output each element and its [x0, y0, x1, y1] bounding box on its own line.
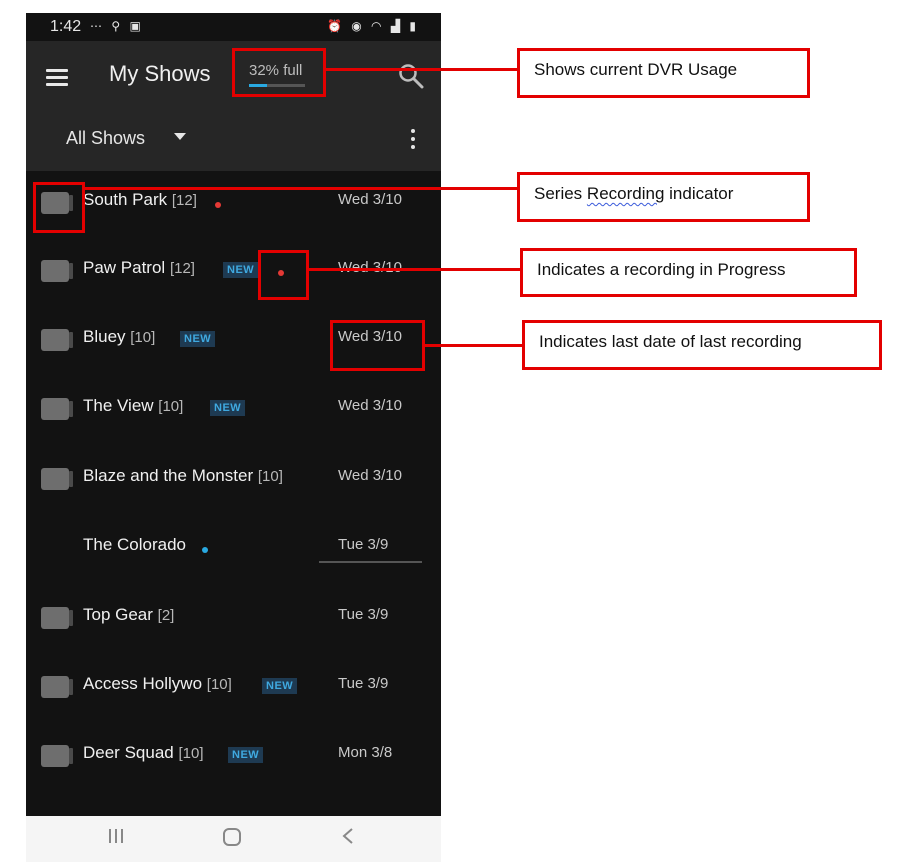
- show-name: Access Hollywo [10]: [83, 674, 232, 694]
- list-item[interactable]: South Park [12] Wed 3/10: [26, 176, 441, 236]
- show-name: South Park [12]: [83, 190, 197, 210]
- navigation-bar: [26, 816, 441, 862]
- series-indicator-connector: [85, 187, 518, 190]
- notification-icons: ⋯ ⚲ ▣: [90, 19, 144, 33]
- status-bar: 1:42 ⋯ ⚲ ▣ ⏰ ◉ ◠ ▟ ▮: [26, 13, 441, 41]
- new-badge: NEW: [228, 747, 264, 763]
- last-recording-date: Tue 3/9: [338, 606, 389, 623]
- list-item[interactable]: The Colorado Tue 3/9: [26, 521, 441, 581]
- in-progress-connector: [309, 268, 521, 271]
- series-callout-suffix: indicator: [664, 184, 734, 203]
- last-date-callout: Indicates last date of last recording: [522, 320, 882, 370]
- last-date-connector: [425, 344, 523, 347]
- recording-count: [12]: [171, 192, 197, 209]
- page-title: My Shows: [109, 61, 211, 86]
- dvr-usage-highlight: [232, 48, 326, 97]
- last-recording-date: Tue 3/9: [338, 675, 389, 692]
- recording-count: [10]: [206, 676, 232, 693]
- series-indicator-highlight: [33, 182, 85, 233]
- recording-count: [2]: [157, 607, 175, 624]
- date-divider: [319, 561, 422, 563]
- series-indicator-callout: Series Recording indicator: [517, 172, 810, 222]
- dvr-usage-callout: Shows current DVR Usage: [517, 48, 810, 98]
- show-title: The View: [83, 396, 154, 415]
- show-title: Top Gear: [83, 605, 153, 624]
- system-icons: ⏰ ◉ ◠ ▟ ▮: [326, 19, 419, 33]
- last-recording-date: Tue 3/9: [338, 536, 389, 553]
- series-callout-word: Recording: [586, 184, 665, 203]
- kebab-icon[interactable]: [410, 129, 416, 151]
- list-item[interactable]: Deer Squad [10] NEW Mon 3/8: [26, 729, 441, 789]
- recording-count: [10]: [158, 398, 184, 415]
- last-date-highlight: [330, 320, 425, 371]
- series-recording-icon: [41, 398, 73, 420]
- last-recording-date: Wed 3/10: [338, 397, 402, 414]
- home-icon[interactable]: [221, 826, 243, 848]
- new-badge: NEW: [210, 400, 246, 416]
- show-name: Deer Squad [10]: [83, 743, 204, 763]
- filter-dropdown[interactable]: All Shows: [66, 128, 145, 149]
- new-badge: NEW: [223, 262, 259, 278]
- series-recording-icon: [41, 607, 73, 629]
- show-title: Bluey: [83, 327, 126, 346]
- phone-screen: 1:42 ⋯ ⚲ ▣ ⏰ ◉ ◠ ▟ ▮ My Shows 32% full A…: [26, 13, 441, 862]
- chevron-down-icon[interactable]: [174, 133, 186, 140]
- list-item[interactable]: Access Hollywo [10] NEW Tue 3/9: [26, 660, 441, 720]
- recording-count: [10]: [178, 745, 204, 762]
- series-recording-icon: [41, 329, 73, 351]
- series-recording-icon: [41, 468, 73, 490]
- in-progress-callout: Indicates a recording in Progress: [520, 248, 857, 297]
- new-badge: NEW: [180, 331, 216, 347]
- recording-in-progress-dot: [215, 202, 221, 208]
- show-name: Paw Patrol [12]: [83, 258, 195, 278]
- menu-icon[interactable]: [46, 69, 68, 87]
- show-title: The Colorado: [83, 535, 187, 554]
- search-icon[interactable]: [398, 63, 424, 89]
- info-dot: [202, 547, 208, 553]
- new-badge: NEW: [262, 678, 298, 694]
- recording-count: [10]: [257, 468, 283, 485]
- show-title: South Park: [83, 190, 168, 209]
- series-recording-icon: [41, 260, 73, 282]
- list-item[interactable]: Top Gear [2] Tue 3/9: [26, 591, 441, 651]
- series-recording-icon: [41, 676, 73, 698]
- list-item[interactable]: Blaze and the Monster [10] Wed 3/10: [26, 452, 441, 512]
- show-name: Bluey [10]: [83, 327, 155, 347]
- back-icon[interactable]: [340, 826, 356, 846]
- show-title: Blaze and the Monster: [83, 466, 254, 485]
- last-recording-date: Wed 3/10: [338, 467, 402, 484]
- show-title: Paw Patrol: [83, 258, 166, 277]
- dvr-usage-connector: [326, 68, 518, 71]
- show-name: The View [10]: [83, 396, 183, 416]
- status-time: 1:42: [50, 18, 82, 35]
- series-recording-icon: [41, 745, 73, 767]
- show-title: Deer Squad: [83, 743, 174, 762]
- last-recording-date: Wed 3/10: [338, 191, 402, 208]
- recording-count: [10]: [130, 329, 156, 346]
- last-recording-date: Mon 3/8: [338, 744, 393, 761]
- series-callout-prefix: Series: [534, 184, 587, 203]
- list-item[interactable]: The View [10] NEW Wed 3/10: [26, 382, 441, 442]
- show-name: Top Gear [2]: [83, 605, 174, 625]
- show-name: Blaze and the Monster [10]: [83, 466, 283, 486]
- recording-count: [12]: [169, 260, 195, 277]
- recents-icon[interactable]: [106, 826, 126, 846]
- list-item[interactable]: Paw Patrol [12]NEWWed 3/10: [26, 244, 441, 304]
- in-progress-highlight: [258, 250, 309, 300]
- show-name: The Colorado: [83, 535, 186, 555]
- show-title: Access Hollywo: [83, 674, 203, 693]
